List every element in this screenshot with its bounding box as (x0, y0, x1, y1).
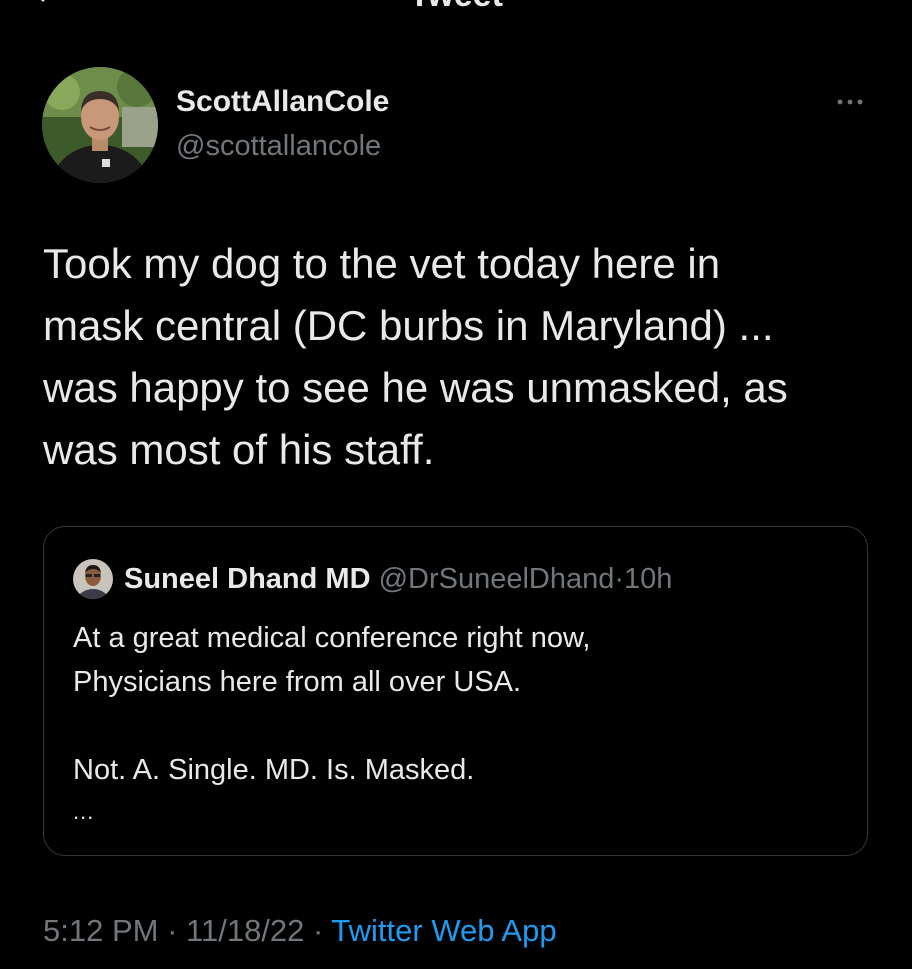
quoted-author-handle: @DrSuneelDhand (378, 563, 615, 595)
tweet-time[interactable]: 5:12 PM (43, 913, 158, 948)
quoted-tweet-time: 10h (624, 563, 673, 595)
tweet-text-line: Took my dog to the vet today here in (43, 240, 721, 287)
quoted-tweet-header: Suneel Dhand MD @DrSuneelDhand·10h (124, 559, 672, 599)
page-title: Tweet (0, 0, 912, 12)
avatar-photo (42, 67, 158, 183)
quoted-tweet-truncation: ... (73, 799, 95, 824)
tweet-text: Took my dog to the vet today here in mas… (43, 233, 893, 481)
quoted-text-line (73, 704, 853, 748)
quoted-tweet-text: At a great medical conference right now,… (73, 616, 853, 792)
quoted-text-line: At a great medical conference right now, (73, 622, 591, 654)
tweet-text-line: was most of his staff. (43, 426, 435, 473)
separator-dot: · (167, 913, 178, 948)
author-avatar[interactable] (42, 67, 158, 183)
quoted-author-name: Suneel Dhand MD (124, 563, 371, 595)
quoted-avatar-photo (73, 559, 113, 599)
tweet-text-line: was happy to see he was unmasked, as (43, 364, 788, 411)
quoted-tweet-card[interactable]: Suneel Dhand MD @DrSuneelDhand·10h At a … (43, 526, 868, 856)
separator-dot: · (614, 563, 625, 595)
quoted-text-line: Not. A. Single. MD. Is. Masked. (73, 754, 475, 786)
tweet-text-line: mask central (DC burbs in Maryland) ... (43, 302, 774, 349)
quoted-text-line: Physicians here from all over USA. (73, 666, 522, 698)
tweet-meta: 5:12 PM · 11/18/22 · Twitter Web App (43, 909, 557, 953)
tweet-date[interactable]: 11/18/22 (186, 913, 304, 948)
more-horizontal-icon[interactable] (832, 92, 868, 112)
source-app-link[interactable]: Twitter Web App (331, 913, 556, 948)
author-handle[interactable]: @scottallancole (176, 128, 381, 164)
top-nav-bar: Tweet (0, 0, 912, 12)
separator-dot: · (313, 913, 324, 948)
quoted-author-avatar (73, 559, 113, 599)
author-display-name[interactable]: ScottAllanCole (176, 84, 389, 120)
